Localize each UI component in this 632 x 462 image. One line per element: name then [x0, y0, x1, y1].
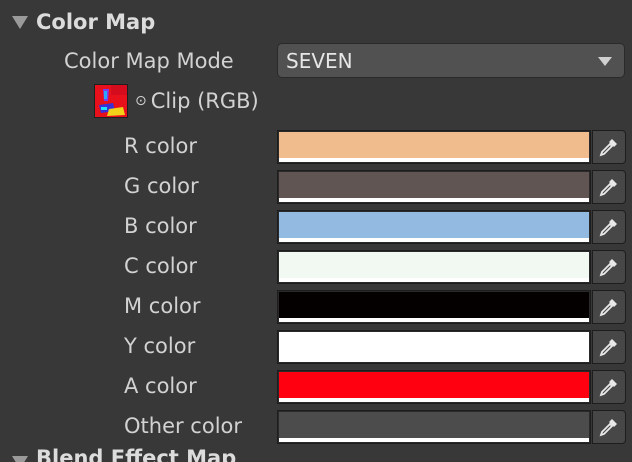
texture-preview-icon [95, 85, 127, 117]
chevron-down-icon [598, 57, 612, 66]
eyedropper-button[interactable] [592, 290, 626, 324]
color-swatch-fill [279, 252, 589, 278]
color-swatch-fill [279, 212, 589, 238]
color-swatch-fill [279, 172, 589, 198]
color-swatch-fill [279, 372, 589, 398]
color-row-label: Y color [124, 334, 196, 358]
clip-label: Clip (RGB) [150, 89, 259, 113]
color-swatch-fill [279, 132, 589, 158]
alpha-bar [279, 158, 589, 162]
clip-row: ⊙ Clip (RGB) [135, 89, 259, 113]
color-swatch[interactable] [277, 370, 591, 404]
color-row-label: G color [124, 174, 199, 198]
eyedropper-icon [599, 259, 617, 277]
color-swatch[interactable] [277, 130, 591, 164]
color-row-label: M color [124, 294, 201, 318]
eyedropper-icon [599, 379, 617, 397]
color-row-label: Other color [124, 414, 243, 438]
eyedropper-icon [599, 139, 617, 157]
color-swatch[interactable] [277, 330, 591, 364]
eyedropper-icon [599, 339, 617, 357]
color-row-label: R color [124, 134, 197, 158]
alpha-bar [279, 438, 589, 442]
color-map-mode-dropdown[interactable]: SEVEN [277, 43, 625, 78]
color-swatch[interactable] [277, 170, 591, 204]
alpha-bar [279, 318, 589, 322]
color-swatch[interactable] [277, 410, 591, 444]
color-row-label: C color [124, 254, 198, 278]
color-swatch-fill [279, 412, 589, 438]
alpha-bar [279, 278, 589, 282]
alpha-bar [279, 198, 589, 202]
blend-effect-map-title: Blend Effect Map [36, 446, 237, 462]
alpha-bar [279, 238, 589, 242]
color-swatch[interactable] [277, 210, 591, 244]
color-swatch[interactable] [277, 250, 591, 284]
color-swatch-fill [279, 292, 589, 318]
eyedropper-button[interactable] [592, 170, 626, 204]
foldout-expanded-icon[interactable] [12, 456, 28, 462]
eyedropper-icon [599, 179, 617, 197]
eyedropper-icon [599, 219, 617, 237]
eyedropper-button[interactable] [592, 370, 626, 404]
eyedropper-button[interactable] [592, 210, 626, 244]
color-map-mode-value: SEVEN [286, 48, 353, 73]
eyedropper-icon [599, 299, 617, 317]
color-map-title: Color Map [36, 10, 156, 34]
eyedropper-button[interactable] [592, 250, 626, 284]
color-row-label: A color [124, 374, 197, 398]
alpha-bar [279, 398, 589, 402]
alpha-bar [279, 358, 589, 362]
foldout-expanded-icon[interactable] [12, 15, 28, 29]
inspector-panel: Color Map Color Map Mode SEVEN ⊙ Clip (R… [0, 0, 632, 462]
blend-effect-map-foldout[interactable]: Blend Effect Map [0, 446, 236, 462]
color-swatch[interactable] [277, 290, 591, 324]
eyedropper-button[interactable] [592, 410, 626, 444]
eyedropper-button[interactable] [592, 330, 626, 364]
color-swatch-fill [279, 332, 589, 358]
color-row-label: B color [124, 214, 197, 238]
eyedropper-button[interactable] [592, 130, 626, 164]
color-map-mode-label: Color Map Mode [64, 49, 234, 73]
color-map-foldout[interactable]: Color Map [0, 2, 155, 42]
texture-thumbnail[interactable] [94, 84, 128, 118]
eyedropper-icon [599, 419, 617, 437]
radio-bullet-icon: ⊙ [135, 93, 147, 109]
